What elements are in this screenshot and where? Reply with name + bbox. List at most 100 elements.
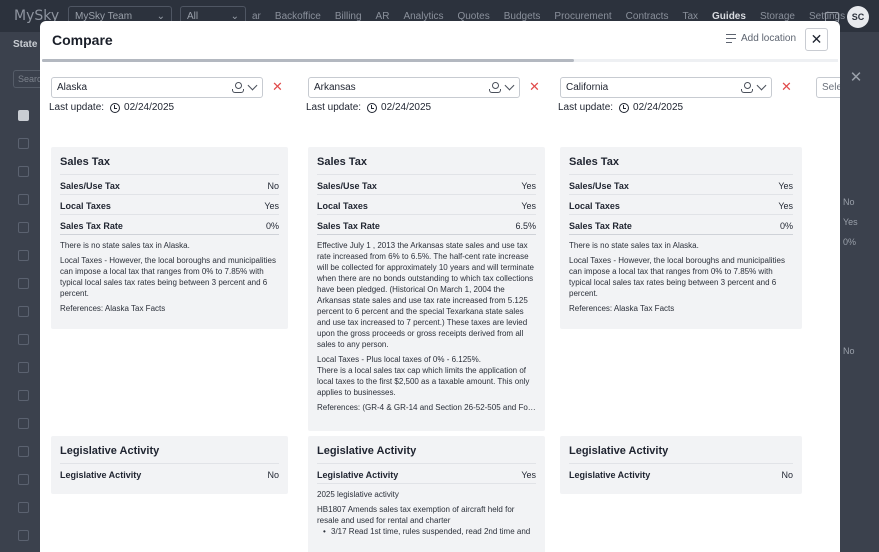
nav-link[interactable]: Guides xyxy=(712,11,746,22)
location-select[interactable]: Alaska xyxy=(51,77,263,98)
background-checkbox xyxy=(18,250,29,261)
row-label: Sales Tax Rate xyxy=(569,221,632,231)
background-value: No xyxy=(843,197,855,207)
location-select[interactable]: California xyxy=(560,77,772,98)
legislative-activity-card: Legislative Activity Legislative Activity… xyxy=(308,436,545,552)
modal-header: Compare Add location ✕ xyxy=(40,21,840,59)
last-update: Last update: 02/24/2025 xyxy=(49,102,174,113)
remove-location-icon[interactable]: ✕ xyxy=(529,79,540,95)
card-row: Sales/Use Tax Yes xyxy=(317,175,536,195)
background-checkbox xyxy=(18,110,29,121)
nav-link[interactable]: ar xyxy=(252,11,261,22)
scrollbar-thumb[interactable] xyxy=(42,59,574,62)
nav-link[interactable]: Billing xyxy=(335,11,362,22)
card-paragraph: HB1807 Amends sales tax exemption of air… xyxy=(317,505,515,525)
card-paragraph: 2025 legislative activity xyxy=(317,490,399,499)
map-pin-icon[interactable] xyxy=(489,82,501,93)
map-pin-icon[interactable] xyxy=(232,82,244,93)
row-label: Local Taxes xyxy=(60,201,111,211)
nav-link[interactable]: Quotes xyxy=(457,11,489,22)
card-title: Legislative Activity xyxy=(317,436,536,464)
row-label: Legislative Activity xyxy=(317,470,399,480)
main-nav: ar Backoffice Billing AR Analytics Quotes Budg… xyxy=(252,11,859,22)
row-label: Local Taxes xyxy=(569,201,620,211)
chevron-down-icon: ⌄ xyxy=(230,10,239,22)
row-value: 6.5% xyxy=(515,221,536,231)
add-location-label: Add location xyxy=(741,33,797,44)
card-row: Legislative Activity Yes xyxy=(317,464,536,484)
location-select-value: Alaska xyxy=(57,82,88,93)
row-value: Yes xyxy=(521,470,536,480)
sales-tax-card: Sales Tax Sales/Use Tax Yes Local Taxes Yes S… xyxy=(560,147,802,329)
avatar[interactable]: SC xyxy=(847,6,869,28)
nav-link[interactable]: Budgets xyxy=(504,11,541,22)
background-checkbox xyxy=(18,166,29,177)
map-pin-icon[interactable] xyxy=(741,82,753,93)
row-value: Yes xyxy=(521,181,536,191)
background-checkbox xyxy=(18,446,29,457)
background-panel-right xyxy=(839,32,879,552)
references-text: References: Alaska Tax Facts xyxy=(60,304,166,313)
background-value: 0% xyxy=(843,237,857,247)
location-select[interactable]: Arkansas xyxy=(308,77,520,98)
last-update-date: 02/24/2025 xyxy=(124,102,175,113)
last-update-label: Last update: xyxy=(558,102,614,113)
nav-link[interactable]: Procurement xyxy=(554,11,611,22)
sales-tax-card: Sales Tax Sales/Use Tax No Local Taxes Yes Sa… xyxy=(51,147,288,329)
team-select-value: MySky Team xyxy=(75,10,133,22)
chevron-down-icon xyxy=(247,80,258,91)
background-checkbox xyxy=(18,334,29,345)
row-label: Sales Tax Rate xyxy=(60,221,123,231)
last-update-date: 02/24/2025 xyxy=(633,102,684,113)
row-label: Sales/Use Tax xyxy=(317,181,377,191)
background-search-input: Search xyxy=(13,70,40,88)
background-checkbox xyxy=(18,306,29,317)
card-row: Legislative Activity No xyxy=(60,464,279,484)
last-update: Last update: 02/24/2025 xyxy=(306,102,431,113)
row-label: Legislative Activity xyxy=(60,470,142,480)
card-title: Legislative Activity xyxy=(569,436,793,464)
nav-link[interactable]: Analytics xyxy=(403,11,443,22)
nav-link[interactable]: AR xyxy=(376,11,390,22)
row-label: Legislative Activity xyxy=(569,470,651,480)
compare-modal: Compare Add location ✕ Selec Alaska ✕ Last… xyxy=(40,21,840,552)
row-label: Local Taxes xyxy=(317,201,368,211)
remove-location-icon[interactable]: ✕ xyxy=(781,79,792,95)
sales-tax-card: Sales Tax Sales/Use Tax Yes Local Taxes Yes S… xyxy=(308,147,545,431)
nav-link[interactable]: Contracts xyxy=(626,11,669,22)
nav-link[interactable]: Tax xyxy=(682,11,698,22)
row-value: 0% xyxy=(779,221,793,231)
partial-location-select[interactable]: Selec xyxy=(816,77,840,98)
background-checkbox xyxy=(18,502,29,513)
chevron-down-icon xyxy=(756,80,767,91)
card-paragraph: Local Taxes - Plus local taxes of 0% - 6… xyxy=(317,355,530,397)
clock-icon xyxy=(619,102,630,113)
row-value: No xyxy=(267,470,279,480)
horizontal-scrollbar[interactable] xyxy=(42,59,838,62)
background-checkbox xyxy=(18,530,29,541)
scope-select-value: All xyxy=(187,10,199,22)
legislative-activity-card: Legislative Activity Legislative Activity… xyxy=(560,436,802,494)
row-label: Sales Tax Rate xyxy=(317,221,380,231)
card-paragraph: Effective July 1 , 2013 the Arkansas sta… xyxy=(317,241,534,349)
chevron-down-icon xyxy=(504,80,515,91)
nav-link[interactable]: Backoffice xyxy=(275,11,321,22)
background-checkbox xyxy=(18,418,29,429)
last-update-label: Last update: xyxy=(306,102,362,113)
row-value: Yes xyxy=(778,181,793,191)
card-row: Sales Tax Rate 6.5% xyxy=(317,215,536,235)
background-checkbox xyxy=(18,362,29,373)
add-location-button[interactable]: Add location xyxy=(726,33,796,44)
remove-location-icon[interactable]: ✕ xyxy=(272,79,283,95)
nav-link[interactable]: Storage xyxy=(760,11,795,22)
card-row: Sales/Use Tax Yes xyxy=(569,175,793,195)
references-text: References: Alaska Tax Facts xyxy=(569,304,675,313)
background-value: Yes xyxy=(843,217,858,227)
row-value: Yes xyxy=(521,201,536,211)
background-checkbox xyxy=(18,194,29,205)
close-button[interactable]: ✕ xyxy=(805,28,828,51)
card-title: Legislative Activity xyxy=(60,436,279,464)
card-row: Legislative Activity No xyxy=(569,464,793,484)
card-row: Sales Tax Rate 0% xyxy=(569,215,793,235)
clock-icon xyxy=(367,102,378,113)
